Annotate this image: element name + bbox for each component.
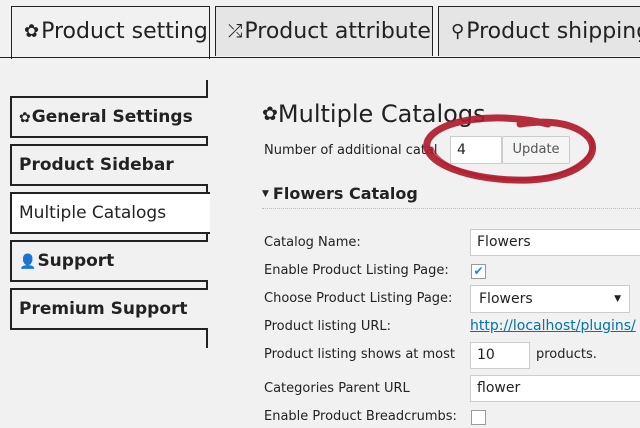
listing-shows-suffix: products. (536, 347, 597, 362)
page-title: ✿Multiple Catalogs (262, 100, 486, 128)
listing-url-label: Product listing URL: (264, 319, 391, 334)
enable-breadcrumbs-checkbox[interactable] (471, 410, 486, 425)
tabs-bar: ✿Product settings ⤮Product attributes ⚲P… (0, 0, 640, 59)
tab-label: Product shipping (466, 19, 640, 44)
tab-label: Product attributes (244, 19, 433, 44)
catalog-heading[interactable]: ▼ Flowers Catalog (262, 184, 418, 203)
enable-breadcrumbs-label: Enable Product Breadcrumbs: (264, 409, 457, 424)
sidebar-item-support[interactable]: 👤Support (10, 240, 208, 282)
choose-listing-value: Flowers (479, 291, 533, 307)
sidebar-item-multiple-catalogs[interactable]: Multiple Catalogs (10, 192, 210, 234)
sidebar-item-label: Support (37, 251, 115, 271)
choose-listing-label: Choose Product Listing Page: (264, 291, 453, 306)
gear-icon: ✿ (19, 110, 31, 126)
update-button[interactable]: Update (502, 136, 570, 164)
user-icon: 👤 (19, 254, 37, 270)
num-catalogs-input[interactable]: 4 (450, 136, 502, 164)
sidebar-item-product-sidebar[interactable]: Product Sidebar (10, 144, 208, 186)
categories-parent-input[interactable]: flower (470, 375, 640, 402)
location-pin-icon: ⚲ (451, 21, 465, 42)
sidebar-item-label: General Settings (31, 107, 193, 127)
gear-icon: ✿ (24, 21, 40, 42)
tab-product-settings[interactable]: ✿Product settings (11, 6, 210, 59)
sidebar-item-label: Multiple Catalogs (19, 203, 167, 223)
caret-down-icon: ▼ (262, 189, 269, 199)
listing-shows-label: Product listing shows at most (264, 347, 456, 362)
dropdown-arrow-icon: ▼ (614, 294, 621, 304)
gear-icon: ✿ (262, 103, 278, 125)
listing-url-link[interactable]: http://localhost/plugins/ (470, 318, 636, 334)
catalog-name-input[interactable]: Flowers (470, 229, 640, 256)
tab-label: Product settings (41, 19, 210, 44)
tab-product-attributes[interactable]: ⤮Product attributes (215, 6, 433, 56)
shuffle-icon: ⤮ (228, 21, 243, 42)
tabs-divider (0, 57, 640, 58)
choose-listing-select[interactable]: Flowers ▼ (470, 285, 630, 313)
enable-listing-checkbox[interactable]: ✔ (471, 264, 486, 279)
categories-parent-label: Categories Parent URL (264, 381, 410, 396)
sidebar-item-general-settings[interactable]: ✿General Settings (10, 96, 208, 138)
tab-product-shipping[interactable]: ⚲Product shipping (438, 6, 640, 56)
page-title-text: Multiple Catalogs (277, 100, 486, 128)
num-catalogs-label: Number of additional catal (264, 143, 438, 158)
enable-listing-label: Enable Product Listing Page: (264, 263, 449, 278)
sidebar-item-premium-support[interactable]: Premium Support (10, 288, 208, 330)
check-icon: ✔ (473, 264, 484, 278)
sidebar-item-label: Premium Support (19, 299, 188, 319)
divider (262, 208, 640, 209)
sidebar-item-label: Product Sidebar (19, 155, 174, 175)
catalog-name-label: Catalog Name: (264, 235, 361, 250)
listing-shows-input[interactable]: 10 (470, 342, 530, 369)
catalog-heading-text: Flowers Catalog (272, 184, 418, 203)
